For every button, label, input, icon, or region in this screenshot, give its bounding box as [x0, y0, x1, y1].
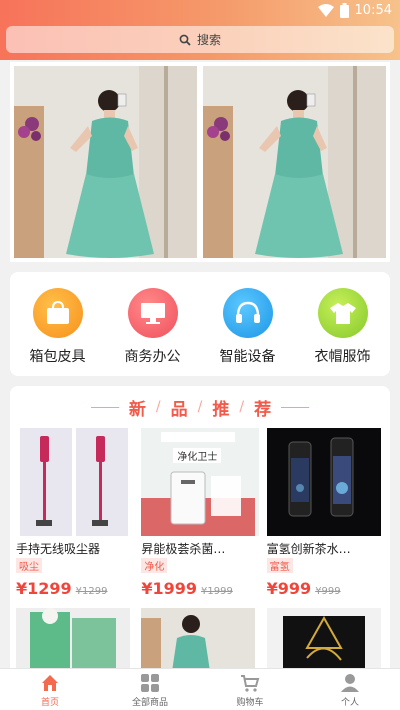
tab-cart[interactable]: 购物车 [210, 669, 290, 710]
category-label: 智能设备 [219, 349, 276, 365]
product-grid-row-2 [10, 608, 390, 676]
product-card[interactable]: 手持无线吸尘器 吸尘 ¥1299 ¥1299 [16, 428, 133, 598]
product-image[interactable] [16, 428, 133, 536]
product-tag: 吸尘 [16, 558, 42, 573]
product-name: 昇能极荟杀菌… [141, 542, 226, 556]
tab-label: 个人 [340, 698, 359, 708]
category-panel: 箱包皮具 商务办公 智能设备 衣帽服饰 [10, 272, 390, 376]
product-grid: 手持无线吸尘器 吸尘 ¥1299 ¥1299 净化卫士 昇能极荟杀菌… 净化 ¥… [10, 428, 390, 598]
headphones-icon [235, 301, 260, 323]
title-char: 新 [128, 399, 146, 420]
category-office[interactable]: 商务办公 [112, 288, 194, 366]
product-image-caption: 净化卫士 [173, 448, 222, 463]
title-char: 荐 [254, 399, 272, 420]
product-name: 手持无线吸尘器 [16, 542, 101, 556]
new-arrivals-section: 新 / 品 / 推 / 荐 手持无线吸尘器 吸尘 ¥1299 ¥1299 净化卫… [10, 386, 390, 676]
grid-icon [141, 674, 159, 692]
cart-icon [241, 675, 260, 692]
battery-icon [339, 3, 349, 18]
home-icon [42, 675, 58, 691]
category-apparel[interactable]: 衣帽服饰 [302, 288, 384, 366]
search-placeholder: 搜索 [196, 33, 221, 47]
title-char: 推 [212, 399, 230, 420]
tab-label: 首页 [40, 698, 59, 708]
bottom-tab-bar: 首页 全部商品 购物车 个人 [0, 668, 400, 710]
tab-profile[interactable]: 个人 [310, 669, 390, 710]
product-tag: 富氢 [266, 558, 293, 573]
monitor-icon [140, 303, 165, 324]
product-image[interactable] [266, 428, 384, 536]
shirt-icon [329, 303, 356, 324]
category-label: 商务办公 [124, 349, 181, 365]
product-image[interactable] [266, 608, 384, 676]
tab-all-products[interactable]: 全部商品 [110, 669, 190, 710]
category-label: 箱包皮具 [29, 349, 86, 365]
search-bar[interactable]: 搜索 [6, 26, 394, 53]
tab-label: 全部商品 [131, 698, 168, 708]
section-title: 新 / 品 / 推 / 荐 [10, 386, 390, 428]
bag-icon [46, 300, 69, 324]
product-image[interactable] [16, 608, 133, 676]
product-name: 富氢创新茶水… [266, 542, 351, 556]
title-char: 品 [170, 399, 188, 420]
tab-label: 购物车 [236, 698, 264, 708]
product-old-price: ¥999 [315, 586, 341, 597]
person-icon [341, 674, 359, 692]
product-image[interactable]: 净化卫士 [141, 428, 259, 536]
product-old-price: ¥1999 [201, 586, 233, 597]
product-card[interactable]: 净化卫士 昇能极荟杀菌… 净化 ¥1999 ¥1999 [141, 428, 259, 598]
tab-home[interactable]: 首页 [10, 669, 90, 710]
product-image[interactable] [141, 608, 258, 676]
app-screen: 10:54 搜索 箱包皮具 商务办公 智能设备 衣帽服饰 新 / 品 / 推 /… [0, 0, 400, 710]
banner-carousel[interactable] [10, 62, 390, 262]
product-card[interactable]: 富氢创新茶水… 富氢 ¥999 ¥999 [266, 428, 384, 598]
banner-image-1[interactable] [14, 66, 197, 258]
product-price: ¥1999 [141, 579, 197, 598]
product-price: ¥999 [266, 579, 312, 598]
header: 10:54 搜索 [0, 0, 400, 60]
status-bar: 10:54 [0, 0, 400, 22]
wifi-icon [317, 3, 334, 17]
category-bags[interactable]: 箱包皮具 [17, 288, 99, 366]
banner-image-2[interactable] [203, 66, 386, 258]
category-label: 衣帽服饰 [314, 349, 371, 365]
category-devices[interactable]: 智能设备 [207, 288, 289, 366]
status-time: 10:54 [354, 3, 392, 18]
product-old-price: ¥1299 [75, 586, 108, 597]
search-icon [179, 34, 191, 46]
product-price: ¥1299 [16, 579, 72, 598]
product-tag: 净化 [141, 558, 168, 573]
